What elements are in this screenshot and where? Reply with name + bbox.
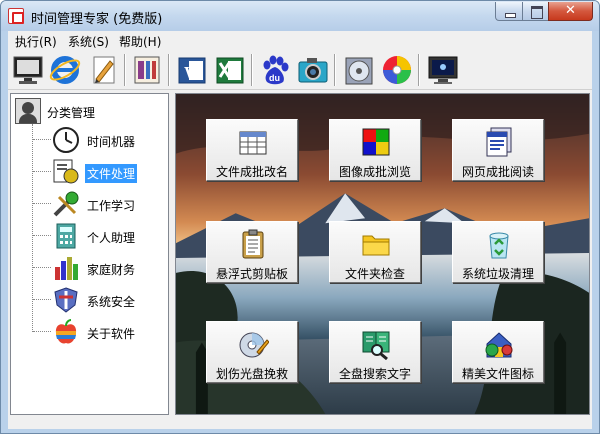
minimize-button[interactable] <box>495 2 523 21</box>
spreadsheet-doc-icon[interactable] <box>130 53 164 87</box>
tree-item-personal-assistant[interactable]: 个人助理 <box>33 220 169 252</box>
tree-item-file-processing[interactable]: 文件处理 <box>33 156 169 188</box>
batch-rename-button[interactable]: 文件成批改名 <box>206 119 298 181</box>
toolbar-separator <box>334 54 336 86</box>
tree-connector <box>33 139 51 140</box>
tree-connector <box>33 235 51 236</box>
tree-connector <box>33 203 51 204</box>
category-tree[interactable]: 分类管理 时间机器 文件处理 工作学习 个人助理 家庭财务 系统安全 关于软件 <box>10 93 169 415</box>
excel-icon[interactable] <box>213 53 247 87</box>
tree-root-label: 分类管理 <box>47 106 96 120</box>
function-label: 图像成批浏览 <box>338 165 411 179</box>
tree-item-label: 系统安全 <box>87 295 136 309</box>
toolbar-separator <box>251 54 253 86</box>
pen-notepad-icon[interactable] <box>86 53 120 87</box>
tree-item-family-finance[interactable]: 家庭财务 <box>33 252 169 284</box>
tree-item-label: 关于软件 <box>87 327 136 341</box>
function-label: 划伤光盘挽救 <box>215 367 288 381</box>
svg-text:W: W <box>184 63 201 82</box>
tree-item-label: 工作学习 <box>87 199 136 213</box>
toolbar-separator <box>168 54 170 86</box>
toolbar-separator <box>124 54 126 86</box>
search-book-icon <box>362 331 390 360</box>
menu-system[interactable]: 系统(S) <box>68 33 109 50</box>
recycle-bin-icon <box>489 232 509 259</box>
screen-icon[interactable] <box>426 53 460 87</box>
status-bar <box>8 417 592 429</box>
menu-run[interactable]: 执行(R) <box>15 33 57 50</box>
cd-icon[interactable] <box>380 53 414 87</box>
tree-connector <box>33 171 51 172</box>
word-icon[interactable]: W <box>175 53 209 87</box>
tree-item-system-security[interactable]: 系统安全 <box>33 284 169 316</box>
app-icon[interactable] <box>8 8 24 24</box>
tools-icon <box>53 191 79 217</box>
clipboard-button[interactable]: 悬浮式剪贴板 <box>206 221 298 283</box>
svg-text:du: du <box>269 73 280 83</box>
batch-rename-icon <box>239 131 267 155</box>
camera-icon[interactable] <box>296 53 330 87</box>
tree-item-about[interactable]: 关于软件 <box>33 316 169 348</box>
webpage-read-icon <box>486 127 512 157</box>
function-label: 悬浮式剪贴板 <box>215 267 288 281</box>
junk-clean-button[interactable]: 系统垃圾清理 <box>452 221 544 283</box>
baidu-icon[interactable]: du <box>258 53 292 87</box>
window-title: 时间管理专家 (免费版) <box>31 12 163 27</box>
image-browse-button[interactable]: 图像成批浏览 <box>329 119 421 181</box>
apple-icon <box>55 319 77 344</box>
tree-item-time-machine[interactable]: 时间机器 <box>33 124 169 156</box>
tree-connector <box>33 331 51 332</box>
clock-icon <box>53 127 79 153</box>
toolbar: W du <box>8 50 592 90</box>
function-label: 全盘搜索文字 <box>338 367 411 381</box>
function-label: 精美文件图标 <box>461 367 534 381</box>
close-button[interactable]: ✕ <box>548 2 593 21</box>
tree-item-label: 文件处理 <box>85 164 138 183</box>
user-avatar-icon <box>15 98 41 124</box>
app-window: 时间管理专家 (免费版) ✕ 执行(R) 系统(S) 帮助(H) W du 分类… <box>0 0 600 434</box>
function-label: 网页成批阅读 <box>461 165 534 179</box>
tree-item-label: 时间机器 <box>87 135 136 149</box>
menu-help[interactable]: 帮助(H) <box>119 33 161 50</box>
tree-item-work-study[interactable]: 工作学习 <box>33 188 169 220</box>
file-tools-icon <box>53 159 79 184</box>
main-panel: 分类管理 时间机器 文件处理 工作学习 个人助理 家庭财务 系统安全 关于软件 … <box>8 90 592 417</box>
tree-item-label: 家庭财务 <box>87 263 136 277</box>
disc-drive-icon[interactable] <box>342 53 376 87</box>
function-label: 文件夹检查 <box>344 267 405 281</box>
monitor-icon[interactable] <box>11 53 45 87</box>
tree-connector <box>33 267 51 268</box>
bar-chart-icon <box>55 257 78 280</box>
function-label: 系统垃圾清理 <box>461 267 534 281</box>
folder-check-button[interactable]: 文件夹检查 <box>329 221 421 283</box>
toolbar-separator <box>418 54 420 86</box>
function-canvas: 文件成批改名 图像成批浏览 网页成批阅读 悬浮式剪贴板 文件夹检查 系统垃圾清理… <box>175 93 590 415</box>
folder-icon <box>362 235 390 256</box>
disc-rescue-button[interactable]: 划伤光盘挽救 <box>206 321 298 383</box>
calculator-icon <box>56 223 76 249</box>
menu-bar: 执行(R) 系统(S) 帮助(H) <box>8 31 592 50</box>
file-icon-set-icon <box>485 332 513 358</box>
tree-connector <box>33 299 51 300</box>
file-icons-button[interactable]: 精美文件图标 <box>452 321 544 383</box>
image-browse-icon <box>362 128 390 156</box>
disc-repair-icon <box>239 332 269 358</box>
clipboard-icon <box>242 229 264 259</box>
shield-icon <box>54 287 78 313</box>
ie-browser-icon[interactable] <box>48 53 82 87</box>
full-disk-search-button[interactable]: 全盘搜索文字 <box>329 321 421 383</box>
title-bar[interactable]: 时间管理专家 (免费版) ✕ <box>1 1 599 31</box>
function-label: 文件成批改名 <box>215 165 288 179</box>
maximize-button[interactable] <box>522 2 549 21</box>
close-icon: ✕ <box>565 3 576 18</box>
webpage-read-button[interactable]: 网页成批阅读 <box>452 119 544 181</box>
tree-item-label: 个人助理 <box>87 231 136 245</box>
